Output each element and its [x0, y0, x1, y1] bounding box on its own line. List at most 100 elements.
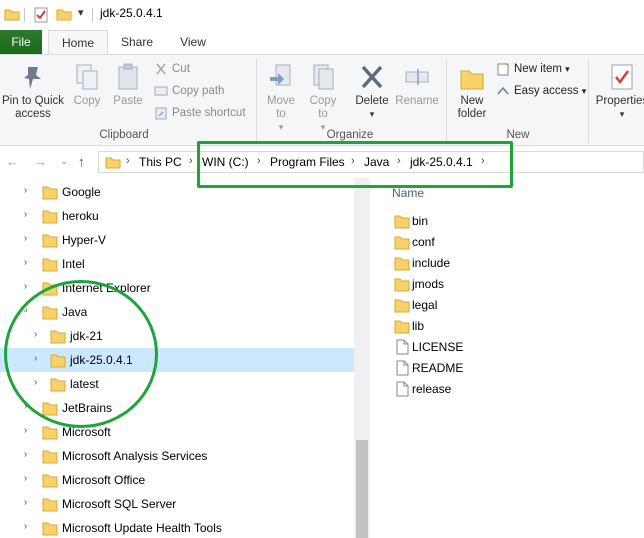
paste-shortcut-button[interactable]: Paste shortcut: [154, 104, 246, 122]
title-separator: [24, 8, 25, 22]
pin-to-quick-access-button[interactable]: Pin to Quick access: [0, 63, 66, 121]
move-to-label: Move to: [266, 95, 296, 120]
tab-view[interactable]: View: [168, 30, 218, 54]
expand-chevron-icon[interactable]: ›: [24, 257, 27, 268]
properties-icon: [611, 64, 633, 90]
file-item-label: release: [412, 382, 452, 396]
rename-button[interactable]: Rename: [394, 63, 440, 108]
breadcrumb-separator-icon[interactable]: ›: [257, 155, 261, 167]
file-item-release[interactable]: release: [392, 379, 632, 400]
nav-item-java[interactable]: › Java: [0, 300, 354, 324]
back-arrow-icon[interactable]: ←: [6, 154, 19, 169]
forward-arrow-icon[interactable]: →: [34, 154, 47, 169]
file-item-label: bin: [412, 214, 429, 228]
quick-access-dropdown-icon[interactable]: ▾: [78, 6, 84, 19]
file-item-jmods[interactable]: jmods: [392, 274, 632, 295]
nav-item-jdk-25[interactable]: › jdk-25.0.4.1: [0, 348, 354, 372]
delete-button[interactable]: Delete ▾: [352, 63, 392, 121]
expand-chevron-icon[interactable]: ›: [24, 425, 27, 436]
up-arrow-icon[interactable]: ↑: [78, 154, 85, 169]
expand-chevron-icon[interactable]: ›: [34, 329, 37, 340]
breadcrumb-separator-icon[interactable]: ›: [189, 155, 193, 167]
properties-check-icon[interactable]: [34, 7, 48, 23]
tab-file[interactable]: File: [0, 30, 42, 54]
paste-shortcut-label: Paste shortcut: [172, 107, 246, 119]
nav-item-microsoft-office[interactable]: › Microsoft Office: [0, 468, 354, 492]
folder-icon: [394, 236, 410, 250]
copy-button[interactable]: Copy: [70, 63, 104, 108]
recent-locations-chevron-icon[interactable]: ⌄: [60, 156, 68, 167]
expand-chevron-icon[interactable]: ›: [34, 353, 37, 364]
nav-item-hyper-v[interactable]: › Hyper-V: [0, 228, 354, 252]
expand-chevron-icon[interactable]: ›: [24, 209, 27, 220]
expand-chevron-icon[interactable]: ›: [24, 473, 27, 484]
folder-icon[interactable]: [4, 7, 20, 21]
expand-chevron-icon[interactable]: ›: [24, 185, 27, 196]
nav-item-microsoft-sql-server[interactable]: › Microsoft SQL Server: [0, 492, 354, 516]
expand-chevron-icon[interactable]: ›: [24, 233, 27, 244]
nav-item-latest[interactable]: › latest: [0, 372, 354, 396]
expand-chevron-icon[interactable]: ›: [34, 377, 37, 388]
move-to-button[interactable]: Move to ▾: [262, 63, 300, 134]
nav-item-intel[interactable]: › Intel: [0, 252, 354, 276]
copy-path-button[interactable]: Copy path: [154, 82, 224, 100]
breadcrumb-separator-icon[interactable]: ›: [351, 155, 355, 167]
nav-item-internet-explorer[interactable]: › Internet Explorer: [0, 276, 354, 300]
properties-button[interactable]: Properties ▾: [594, 63, 644, 121]
group-separator: [446, 59, 447, 143]
folder-icon: [42, 210, 58, 224]
breadcrumb-separator-icon[interactable]: ›: [481, 155, 485, 167]
file-item-bin[interactable]: bin: [392, 211, 632, 232]
nav-item-google[interactable]: › Google: [0, 180, 354, 204]
file-item-include[interactable]: include: [392, 253, 632, 274]
expand-chevron-icon[interactable]: ›: [24, 521, 27, 532]
breadcrumb-program-files[interactable]: Program Files: [270, 155, 345, 169]
expand-chevron-icon[interactable]: ›: [24, 449, 27, 460]
copy-to-button[interactable]: Copy to ▾: [304, 63, 342, 134]
nav-item-microsoft-analysis-services[interactable]: › Microsoft Analysis Services: [0, 444, 354, 468]
nav-item-jdk-21[interactable]: › jdk-21: [0, 324, 354, 348]
file-item-readme[interactable]: README: [392, 358, 632, 379]
tab-share[interactable]: Share: [112, 30, 162, 54]
new-folder-icon: [460, 70, 484, 90]
nav-item-heroku[interactable]: › heroku: [0, 204, 354, 228]
scrollbar-thumb[interactable]: [356, 440, 368, 538]
column-header-name[interactable]: Name: [392, 186, 424, 200]
pin-icon: [24, 67, 41, 89]
copy-path-icon: [154, 86, 168, 96]
nav-item-label: JetBrains: [62, 401, 113, 415]
file-item-label: lib: [412, 319, 425, 333]
breadcrumb-this-pc[interactable]: This PC: [139, 155, 182, 169]
new-item-button[interactable]: New item ▾: [496, 60, 570, 78]
folder-icon: [42, 258, 58, 272]
file-item-label: jmods: [412, 277, 445, 291]
tab-home[interactable]: Home: [48, 30, 108, 55]
file-item-conf[interactable]: conf: [392, 232, 632, 253]
breadcrumb-separator-icon[interactable]: ›: [397, 155, 401, 167]
breadcrumb-java[interactable]: Java: [364, 155, 389, 169]
file-item-license[interactable]: LICENSE: [392, 337, 632, 358]
nav-item-microsoft[interactable]: › Microsoft: [0, 420, 354, 444]
expand-chevron-icon[interactable]: ›: [24, 281, 27, 292]
expand-chevron-icon[interactable]: ›: [24, 401, 27, 412]
file-list-pane: Name bin conf include jmods legal lib LI…: [370, 178, 644, 538]
file-item-lib[interactable]: lib: [392, 316, 632, 337]
paste-button[interactable]: Paste: [110, 63, 146, 108]
collapse-chevron-icon[interactable]: ›: [21, 305, 31, 315]
delete-label: Delete: [355, 95, 389, 107]
breadcrumb-win-c[interactable]: WIN (C:): [202, 155, 249, 169]
new-folder-button[interactable]: New folder: [452, 63, 492, 121]
breadcrumb-jdk[interactable]: jdk-25.0.4.1: [410, 155, 473, 169]
expand-chevron-icon[interactable]: ›: [24, 497, 27, 508]
breadcrumb-separator-icon[interactable]: ›: [126, 155, 130, 167]
file-item-legal[interactable]: legal: [392, 295, 632, 316]
nav-item-microsoft-update-health-tools[interactable]: › Microsoft Update Health Tools: [0, 516, 354, 538]
easy-access-button[interactable]: Easy access ▾: [496, 82, 586, 100]
address-bar[interactable]: › This PC › WIN (C:) › Program Files › J…: [98, 151, 644, 173]
nav-item-jetbrains[interactable]: › JetBrains: [0, 396, 354, 420]
cut-button[interactable]: Cut: [154, 60, 190, 78]
new-folder-quick-icon[interactable]: [56, 7, 72, 21]
folder-icon: [42, 498, 58, 512]
navigation-scrollbar[interactable]: [354, 178, 370, 538]
document-icon: [396, 360, 409, 376]
